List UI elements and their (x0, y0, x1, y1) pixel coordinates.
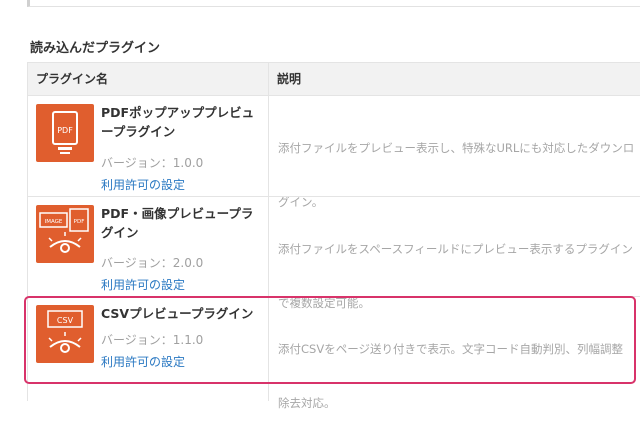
pdf-image-preview-icon: IMAGE PDF (36, 205, 94, 263)
plugin-description-line1: 添付CSVをページ送り付きで表示。文字コード自動判別、列幅調整 (278, 342, 623, 356)
column-header-plugin-name: プラグイン名 (28, 63, 268, 96)
section-title: 読み込んだプラグイン (30, 41, 161, 56)
pdf-image-preview-icon-label-a: IMAGE (45, 219, 63, 225)
plugin-title-line1: CSVプレビュープラグイン (101, 306, 254, 321)
top-panel-edge (27, 0, 640, 7)
pdf-popup-icon: PDF (36, 104, 94, 162)
plugin-description-line2: 除去対応。 (278, 396, 336, 410)
column-header-description: 説明 (269, 63, 640, 96)
plugin-version: バージョン：1.0.0 (101, 156, 204, 170)
plugin-table: プラグイン名 説明 PDF PDFポップアッププレビュ ープラグイン バージョン… (27, 62, 640, 410)
plugin-version: バージョン：2.0.0 (101, 256, 204, 270)
plugin-row: PDF PDFポップアッププレビュ ープラグイン バージョン：1.0.0 利用許… (28, 97, 640, 209)
plugin-title: PDFポップアッププレビュ ープラグイン (101, 103, 261, 141)
plugin-title: CSVプレビュープラグイン (101, 304, 261, 323)
plugin-title-line2: ープラグイン (101, 124, 176, 139)
permission-settings-link[interactable]: 利用許可の設定 (101, 276, 185, 293)
plugin-title-line1: PDFポップアッププレビュ (101, 105, 255, 120)
plugin-description-line1: 添付ファイルをスペースフィールドにプレビュー表示するプラグイン (278, 242, 633, 256)
plugin-title: PDF・画像プレビュープラ グイン (101, 204, 261, 242)
csv-preview-icon-label: CSV (57, 316, 74, 325)
pdf-image-preview-icon-label-b: PDF (74, 219, 85, 225)
plugin-description-line1: 添付ファイルをプレビュー表示し、特殊なURLにも対応したダウンロ (278, 141, 635, 155)
plugin-version: バージョン：1.1.0 (101, 333, 204, 347)
plugin-row: IMAGE PDF PDF・画像プレビュープラ グイン バージョン：2.0.0 … (28, 197, 640, 310)
permission-settings-link[interactable]: 利用許可の設定 (101, 353, 185, 370)
pdf-popup-icon-label: PDF (57, 126, 73, 135)
plugin-row: CSV CSVプレビュープラグイン バージョン：1.1.0 利用許可の設定 添付… (28, 297, 640, 410)
csv-preview-icon: CSV (36, 305, 94, 363)
plugin-title-line1: PDF・画像プレビュープラ (101, 206, 254, 221)
plugin-description: 添付CSVをページ送り付きで表示。文字コード自動判別、列幅調整 除去対応。 (278, 304, 640, 448)
plugin-title-line2: グイン (101, 225, 139, 240)
permission-settings-link[interactable]: 利用許可の設定 (101, 176, 185, 193)
